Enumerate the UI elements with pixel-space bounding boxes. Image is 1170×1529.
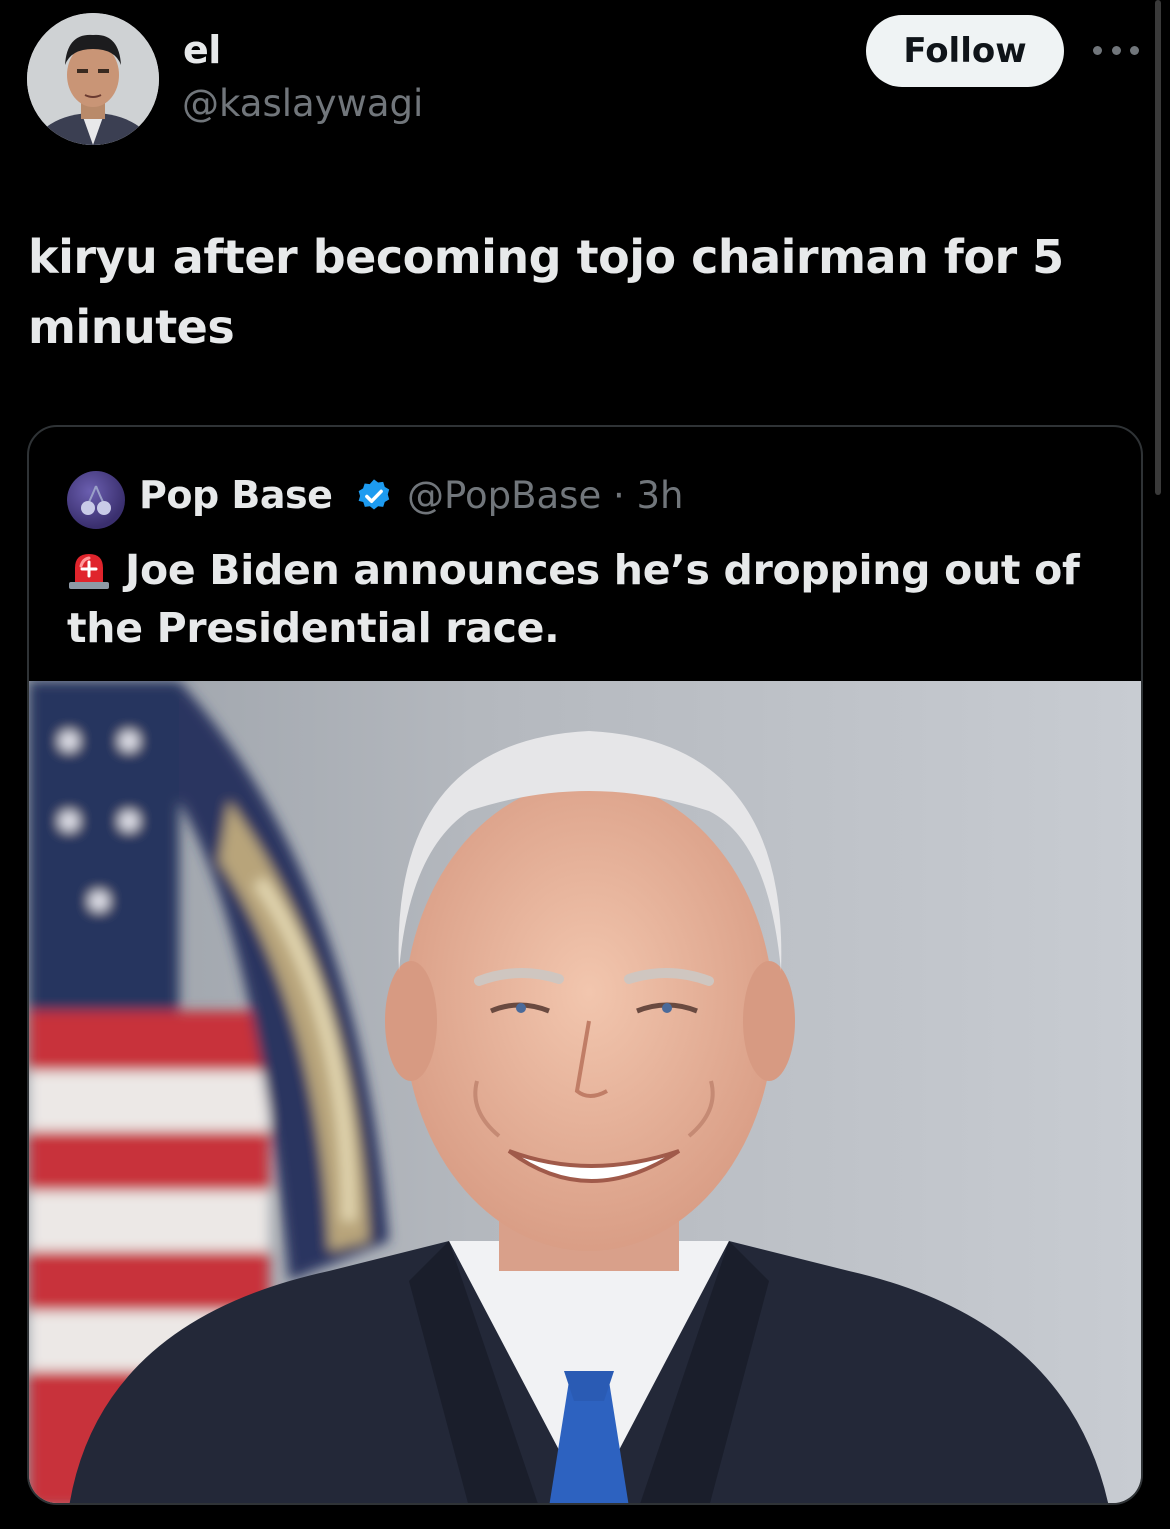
quoted-author-name[interactable]: Pop Base bbox=[139, 473, 333, 517]
cherry-logo-icon bbox=[81, 485, 111, 515]
meta-separator: · bbox=[601, 474, 637, 517]
quoted-tweet-card[interactable]: Pop Base @PopBase · 3h Joe Biden announc… bbox=[27, 425, 1143, 1505]
quoted-author-handle[interactable]: @PopBase bbox=[407, 474, 601, 517]
quoted-author-meta: @PopBase · 3h bbox=[407, 474, 684, 517]
author-display-name[interactable]: el bbox=[183, 28, 221, 72]
quoted-timestamp[interactable]: 3h bbox=[637, 474, 684, 517]
siren-icon bbox=[69, 554, 109, 589]
more-options-icon[interactable] bbox=[1093, 35, 1139, 65]
author-avatar[interactable] bbox=[27, 13, 159, 145]
quoted-author-avatar[interactable] bbox=[67, 471, 125, 529]
quoted-tweet-photo[interactable] bbox=[29, 681, 1141, 1503]
tweet-screen: el @kaslaywagi Follow kiryu after becomi… bbox=[0, 0, 1170, 1529]
author-handle[interactable]: @kaslaywagi bbox=[182, 82, 423, 125]
verified-badge-icon bbox=[358, 479, 390, 510]
tweet-text: kiryu after becoming tojo chairman for 5… bbox=[28, 230, 1064, 354]
portrait-photo bbox=[29, 681, 1141, 1503]
quoted-tweet-text-content: Joe Biden announces he’s dropping out of… bbox=[67, 546, 1080, 652]
quoted-tweet-text: Joe Biden announces he’s dropping out of… bbox=[67, 541, 1107, 657]
scrollbar[interactable] bbox=[1155, 0, 1161, 495]
follow-button[interactable]: Follow bbox=[866, 15, 1064, 87]
